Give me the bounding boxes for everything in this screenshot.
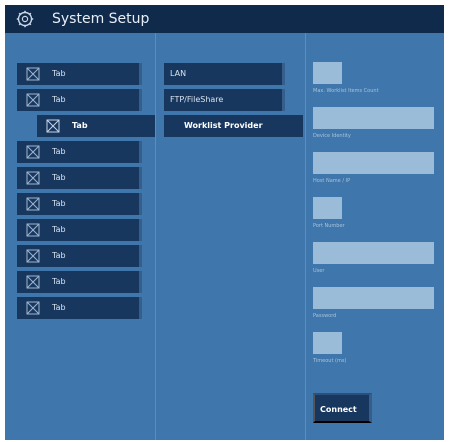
tab-5[interactable]: Tab bbox=[17, 167, 142, 189]
gear-icon[interactable] bbox=[16, 10, 34, 28]
subtab-label: LAN bbox=[170, 69, 187, 78]
subtab-label: Worklist Provider bbox=[184, 121, 263, 130]
placeholder-icon bbox=[26, 249, 40, 263]
system-setup-window: System Setup Tab Tab Tab Tab Tab Tab Tab… bbox=[5, 5, 444, 440]
tab-3-active[interactable]: Tab bbox=[37, 115, 155, 137]
tab-6[interactable]: Tab bbox=[17, 193, 142, 215]
title-bar: System Setup bbox=[5, 5, 444, 33]
placeholder-icon bbox=[46, 119, 60, 133]
column-divider bbox=[305, 33, 306, 440]
field-label: Max. Worklist Items Count bbox=[313, 88, 379, 94]
field-label: Port Number bbox=[313, 223, 345, 229]
field-label: Host Name / IP bbox=[313, 178, 351, 184]
host-name-ip-field[interactable] bbox=[313, 152, 434, 174]
tab-10[interactable]: Tab bbox=[17, 297, 142, 319]
subtab-lan[interactable]: LAN bbox=[164, 63, 285, 85]
field-label: Password bbox=[313, 313, 337, 319]
placeholder-icon bbox=[26, 223, 40, 237]
placeholder-icon bbox=[26, 197, 40, 211]
tab-9[interactable]: Tab bbox=[17, 271, 142, 293]
tab-7[interactable]: Tab bbox=[17, 219, 142, 241]
placeholder-icon bbox=[26, 301, 40, 315]
tab-label: Tab bbox=[52, 251, 66, 260]
tab-label: Tab bbox=[52, 225, 66, 234]
placeholder-icon bbox=[26, 275, 40, 289]
placeholder-icon bbox=[26, 93, 40, 107]
user-field[interactable] bbox=[313, 242, 434, 264]
tab-label: Tab bbox=[52, 173, 66, 182]
tab-label: Tab bbox=[52, 277, 66, 286]
field-label: User bbox=[313, 268, 325, 274]
port-number-field[interactable] bbox=[313, 197, 342, 219]
tab-label: Tab bbox=[72, 121, 88, 130]
placeholder-icon bbox=[26, 67, 40, 81]
tab-1[interactable]: Tab bbox=[17, 63, 142, 85]
connect-label: Connect bbox=[320, 405, 357, 414]
password-field[interactable] bbox=[313, 287, 434, 309]
device-identity-field[interactable] bbox=[313, 107, 434, 129]
max-worklist-items-count-field[interactable] bbox=[313, 62, 342, 84]
subtab-ftp-fileshare[interactable]: FTP/FileShare bbox=[164, 89, 285, 111]
connect-button[interactable]: Connect bbox=[313, 393, 372, 423]
field-label: Timeout (ms) bbox=[313, 358, 347, 364]
tab-2[interactable]: Tab bbox=[17, 89, 142, 111]
placeholder-icon bbox=[26, 145, 40, 159]
tab-label: Tab bbox=[52, 69, 66, 78]
timeout-field[interactable] bbox=[313, 332, 342, 354]
tab-label: Tab bbox=[52, 199, 66, 208]
field-label: Device Identity bbox=[313, 133, 351, 139]
tab-label: Tab bbox=[52, 303, 66, 312]
subtab-worklist-provider[interactable]: Worklist Provider bbox=[164, 115, 303, 137]
page-title: System Setup bbox=[52, 11, 150, 27]
tab-4[interactable]: Tab bbox=[17, 141, 142, 163]
tab-label: Tab bbox=[52, 95, 66, 104]
tab-label: Tab bbox=[52, 147, 66, 156]
tab-8[interactable]: Tab bbox=[17, 245, 142, 267]
placeholder-icon bbox=[26, 171, 40, 185]
subtab-label: FTP/FileShare bbox=[170, 95, 224, 104]
column-divider bbox=[155, 33, 156, 440]
